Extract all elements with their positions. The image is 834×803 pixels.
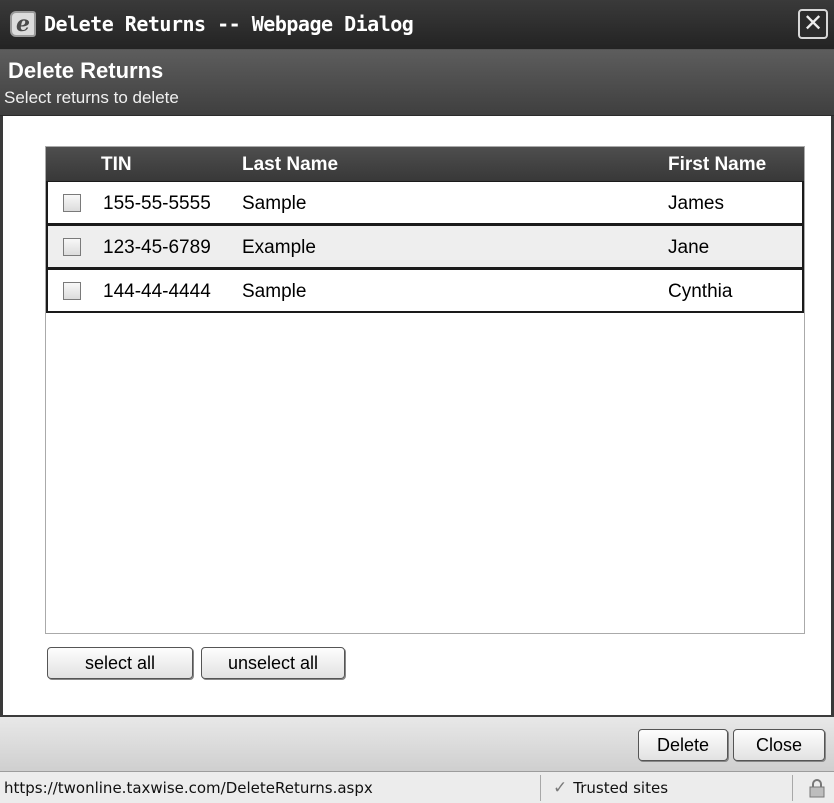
select-all-button[interactable]: select all <box>47 647 193 679</box>
delete-button[interactable]: Delete <box>638 729 728 761</box>
window-close-button[interactable]: ✕ <box>798 9 828 39</box>
cell-last-name: Example <box>242 237 316 258</box>
column-header-tin[interactable]: TIN <box>101 154 132 176</box>
cell-last-name: Sample <box>242 281 307 302</box>
window-title-bar: Delete Returns -- Webpage Dialog ✕ <box>0 0 834 50</box>
cell-tin: 144-44-4444 <box>103 281 211 302</box>
table-row[interactable]: 155-55-5555 Sample James <box>46 181 804 225</box>
column-header-last-name[interactable]: Last Name <box>242 154 338 176</box>
cell-first-name: Jane <box>668 237 710 258</box>
security-zone-label: Trusted sites <box>573 779 669 797</box>
security-zone[interactable]: ✓ Trusted sites <box>553 778 668 798</box>
status-url: https://twonline.taxwise.com/DeleteRetur… <box>4 779 373 797</box>
check-icon: ✓ <box>553 778 568 798</box>
cell-first-name: James <box>668 193 724 214</box>
close-button[interactable]: Close <box>733 729 825 761</box>
table-header: TIN Last Name First Name <box>46 147 804 181</box>
cell-tin: 155-55-5555 <box>103 193 211 214</box>
dialog-subtitle: Select returns to delete <box>4 88 179 107</box>
table-row[interactable]: 144-44-4444 Sample Cynthia <box>46 269 804 313</box>
status-bar: https://twonline.taxwise.com/DeleteRetur… <box>0 771 834 803</box>
row-checkbox[interactable] <box>63 194 81 212</box>
window-title: Delete Returns -- Webpage Dialog <box>44 12 414 36</box>
unselect-all-button[interactable]: unselect all <box>201 647 345 679</box>
cell-tin: 123-45-6789 <box>103 237 211 258</box>
row-checkbox[interactable] <box>63 282 81 300</box>
cell-first-name: Cynthia <box>668 281 733 302</box>
row-checkbox[interactable] <box>63 238 81 256</box>
ie-icon <box>10 11 36 37</box>
returns-table: TIN Last Name First Name 155-55-5555 Sam… <box>45 146 805 634</box>
column-header-first-name[interactable]: First Name <box>668 154 766 176</box>
dialog-footer: Delete Close <box>0 715 834 771</box>
lock-icon[interactable] <box>806 777 828 799</box>
table-row[interactable]: 123-45-6789 Example Jane <box>46 225 804 269</box>
dialog-title: Delete Returns <box>8 58 164 83</box>
cell-last-name: Sample <box>242 193 307 214</box>
status-divider <box>540 775 541 801</box>
dialog-header: Delete Returns Select returns to delete <box>0 50 834 116</box>
status-divider <box>792 775 793 801</box>
